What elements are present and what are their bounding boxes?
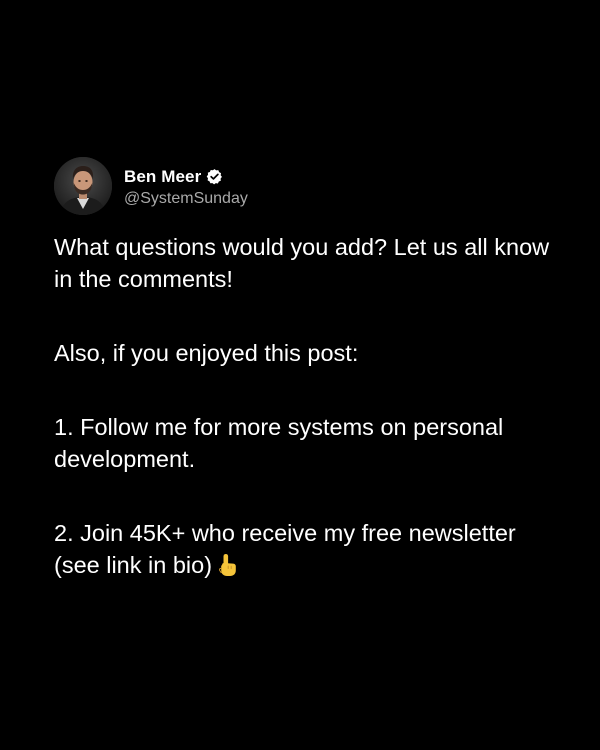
- post-paragraph: Also, if you enjoyed this post:: [54, 340, 359, 366]
- pointing-up-hand-icon: [218, 553, 238, 577]
- display-name[interactable]: Ben Meer: [124, 167, 201, 187]
- verified-check-icon: [206, 168, 223, 185]
- post-paragraph-last: 2. Join 45K+ who receive my free newslet…: [54, 517, 554, 581]
- post-body: What questions would you add? Let us all…: [54, 231, 554, 581]
- author-header: Ben Meer @SystemSunday: [54, 155, 554, 217]
- post-card: Ben Meer @SystemSunday What questions wo…: [54, 155, 554, 581]
- post-paragraph: What questions would you add? Let us all…: [54, 234, 550, 292]
- user-handle[interactable]: @SystemSunday: [124, 190, 248, 208]
- post-paragraph-text: 2. Join 45K+ who receive my free newslet…: [54, 520, 516, 578]
- post-paragraph: 1. Follow me for more systems on persona…: [54, 414, 504, 472]
- author-names: Ben Meer @SystemSunday: [124, 165, 248, 208]
- name-row: Ben Meer: [124, 165, 248, 189]
- avatar[interactable]: [54, 157, 112, 215]
- avatar-image: [54, 157, 112, 215]
